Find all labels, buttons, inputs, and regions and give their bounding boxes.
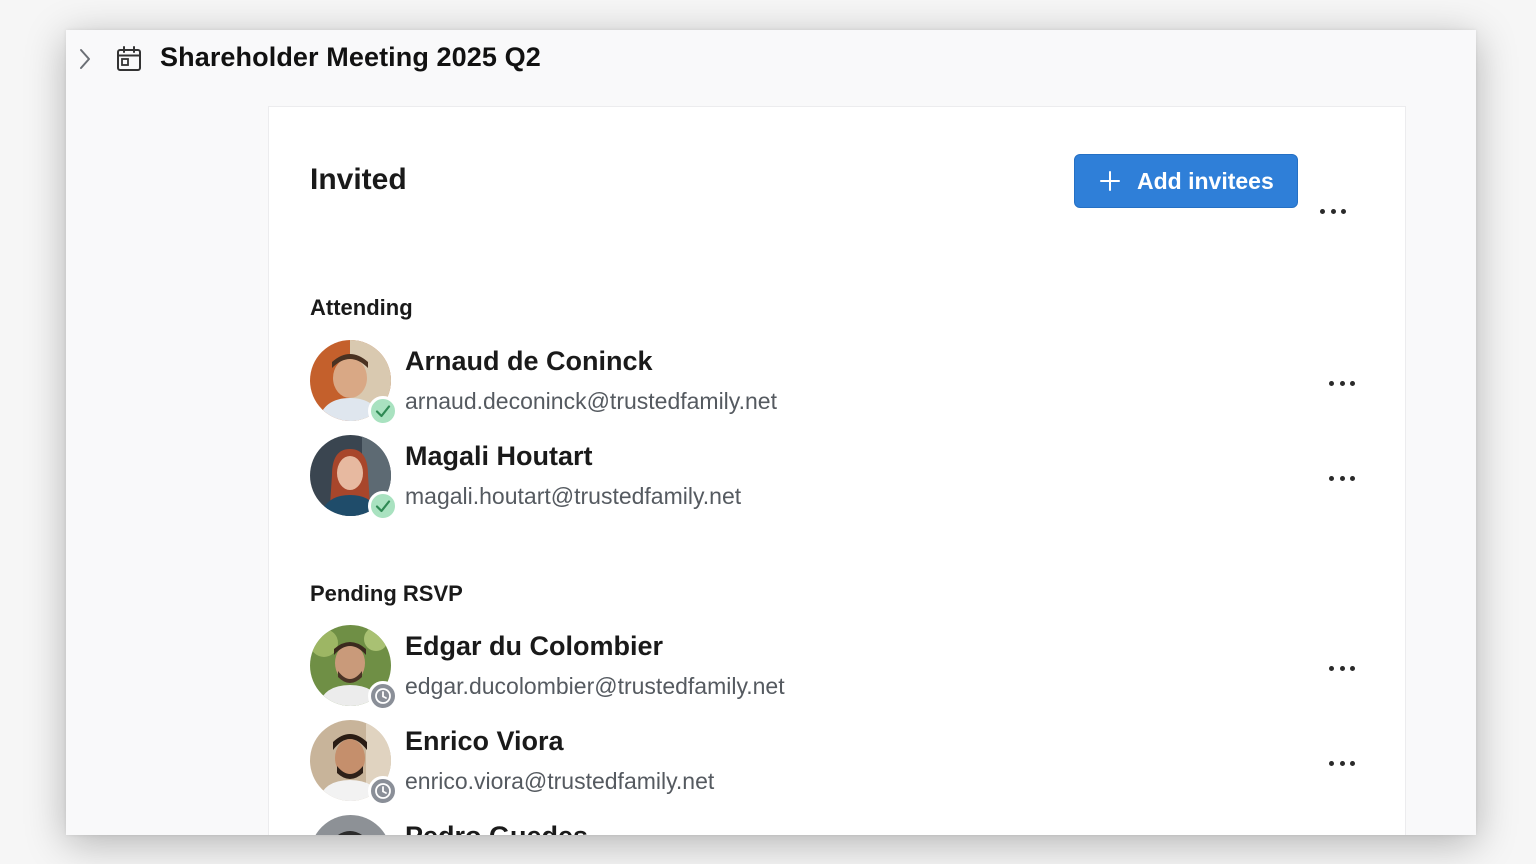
check-icon bbox=[368, 396, 398, 426]
more-horizontal-icon[interactable] bbox=[1329, 664, 1355, 672]
pending-section-label: Pending RSVP bbox=[310, 581, 463, 606]
invitee-name: Edgar du Colombier bbox=[405, 631, 664, 661]
clock-icon bbox=[368, 681, 398, 711]
list-item[interactable]: Magali Houtart magali.houtart@trustedfam… bbox=[310, 435, 1370, 523]
more-horizontal-icon[interactable] bbox=[1320, 207, 1346, 215]
plus-icon bbox=[1099, 170, 1121, 192]
app-window: Shareholder Meeting 2025 Q2 Invited Add … bbox=[66, 30, 1476, 835]
list-item[interactable]: Pedro Guedes bbox=[310, 815, 1370, 835]
more-horizontal-icon[interactable] bbox=[1329, 759, 1355, 767]
invitee-email: arnaud.deconinck@trustedfamily.net bbox=[405, 388, 777, 414]
attending-section-label: Attending bbox=[310, 295, 413, 320]
invitee-name: Enrico Viora bbox=[405, 726, 564, 756]
invitee-email: magali.houtart@trustedfamily.net bbox=[405, 483, 742, 509]
invitee-name: Pedro Guedes bbox=[405, 821, 588, 835]
invitee-name: Arnaud de Coninck bbox=[405, 346, 653, 376]
list-item[interactable]: Edgar du Colombier edgar.ducolombier@tru… bbox=[310, 625, 1370, 713]
chevron-right-icon[interactable] bbox=[77, 47, 93, 71]
more-horizontal-icon[interactable] bbox=[1329, 474, 1355, 482]
page-title: Shareholder Meeting 2025 Q2 bbox=[160, 42, 541, 72]
list-item[interactable]: Arnaud de Coninck arnaud.deconinck@trust… bbox=[310, 340, 1370, 428]
invitee-email: enrico.viora@trustedfamily.net bbox=[405, 768, 715, 794]
list-item[interactable]: Enrico Viora enrico.viora@trustedfamily.… bbox=[310, 720, 1370, 808]
invitees-panel: Invited Add invitees Attending Arnaud de… bbox=[268, 106, 1406, 835]
top-bar: Shareholder Meeting 2025 Q2 bbox=[66, 30, 1476, 88]
add-invitees-button[interactable]: Add invitees bbox=[1074, 154, 1298, 208]
avatar bbox=[310, 815, 391, 835]
invited-heading: Invited bbox=[310, 163, 407, 196]
add-invitees-label: Add invitees bbox=[1137, 168, 1274, 194]
invitee-email: edgar.ducolombier@trustedfamily.net bbox=[405, 673, 785, 699]
invitee-name: Magali Houtart bbox=[405, 441, 593, 471]
check-icon bbox=[368, 491, 398, 521]
more-horizontal-icon[interactable] bbox=[1329, 379, 1355, 387]
calendar-icon bbox=[116, 46, 142, 72]
clock-icon bbox=[368, 776, 398, 806]
